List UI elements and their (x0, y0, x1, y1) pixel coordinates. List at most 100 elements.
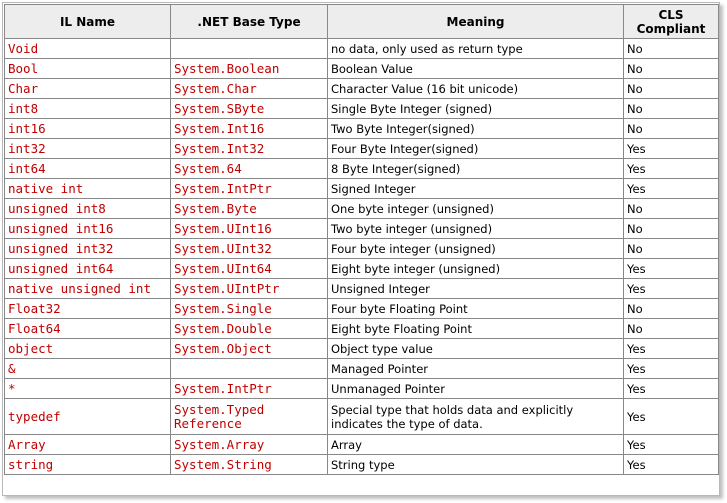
cls-compliant-cell: No (624, 79, 719, 99)
net-type-cell: System.Array (171, 435, 328, 455)
il-name-cell: int16 (5, 119, 171, 139)
il-name-cell: Void (5, 39, 171, 59)
cls-compliant-cell: Yes (624, 179, 719, 199)
meaning-cell: 8 Byte Integer(signed) (328, 159, 624, 179)
meaning-cell: Unmanaged Pointer (328, 379, 624, 399)
meaning-cell: Signed Integer (328, 179, 624, 199)
header-il-name: IL Name (5, 5, 171, 39)
il-name-cell: int32 (5, 139, 171, 159)
table-row: * System.IntPtr Unmanaged Pointer Yes (5, 379, 719, 399)
table-row: native int System.IntPtr Signed Integer Yes (5, 179, 719, 199)
meaning-cell: Managed Pointer (328, 359, 624, 379)
net-type-cell: System.UInt32 (171, 239, 328, 259)
il-name-cell: native unsigned int (5, 279, 171, 299)
table-row: typedef System.Typed Reference Special typ… (5, 399, 719, 435)
cls-compliant-cell: No (624, 239, 719, 259)
il-name-cell: object (5, 339, 171, 359)
net-type-cell (171, 39, 328, 59)
il-name-cell: string (5, 455, 171, 475)
cls-compliant-cell: Yes (624, 435, 719, 455)
table-row: unsigned int64 System.UInt64 Eight byte in… (5, 259, 719, 279)
meaning-cell: String type (328, 455, 624, 475)
net-type-cell: System.Boolean (171, 59, 328, 79)
meaning-cell: Two byte integer (unsigned) (328, 219, 624, 239)
meaning-cell: Two Byte Integer(signed) (328, 119, 624, 139)
net-type-cell: System.Single (171, 299, 328, 319)
meaning-cell: Eight byte integer (unsigned) (328, 259, 624, 279)
table-row: int32 System.Int32 Four Byte Integer(signe… (5, 139, 719, 159)
meaning-cell: Four Byte Integer(signed) (328, 139, 624, 159)
il-types-table: IL Name .NET Base Type Meaning CLS Compl… (4, 4, 719, 475)
cls-compliant-cell: Yes (624, 339, 719, 359)
net-type-cell: System.Object (171, 339, 328, 359)
cls-compliant-cell: No (624, 319, 719, 339)
meaning-cell: Single Byte Integer (signed) (328, 99, 624, 119)
cls-compliant-cell: Yes (624, 259, 719, 279)
cls-compliant-cell: Yes (624, 455, 719, 475)
cls-compliant-cell: Yes (624, 359, 719, 379)
il-name-cell: Float32 (5, 299, 171, 319)
il-name-cell: unsigned int32 (5, 239, 171, 259)
cls-compliant-cell: Yes (624, 159, 719, 179)
net-type-cell (171, 359, 328, 379)
table-row: native unsigned int System.UIntPtr Unsigne… (5, 279, 719, 299)
net-type-cell: System.UInt16 (171, 219, 328, 239)
meaning-cell: no data, only used as return type (328, 39, 624, 59)
net-type-cell: System.Typed Reference (171, 399, 328, 435)
cls-compliant-cell: Yes (624, 139, 719, 159)
header-cls-compliant: CLS Compliant (624, 5, 719, 39)
cls-compliant-cell: No (624, 99, 719, 119)
il-name-cell: Array (5, 435, 171, 455)
cls-compliant-cell: No (624, 299, 719, 319)
net-type-cell: System.64 (171, 159, 328, 179)
table-body: Void no data, only used as return type No B… (5, 39, 719, 475)
meaning-cell: Boolean Value (328, 59, 624, 79)
cls-compliant-cell: No (624, 39, 719, 59)
net-type-cell: System.SByte (171, 99, 328, 119)
cls-compliant-cell: Yes (624, 399, 719, 435)
table-row: Bool System.Boolean Boolean Value No (5, 59, 719, 79)
net-type-cell: System.Int32 (171, 139, 328, 159)
meaning-cell: Character Value (16 bit unicode) (328, 79, 624, 99)
table-row: string System.String String type Yes (5, 455, 719, 475)
cls-compliant-cell: No (624, 199, 719, 219)
net-type-cell: System.UIntPtr (171, 279, 328, 299)
cls-compliant-cell: Yes (624, 379, 719, 399)
il-name-cell: & (5, 359, 171, 379)
table-row: unsigned int8 System.Byte One byte integer… (5, 199, 719, 219)
net-type-cell: System.Char (171, 79, 328, 99)
il-name-cell: Char (5, 79, 171, 99)
net-type-cell: System.Byte (171, 199, 328, 219)
il-name-cell: unsigned int16 (5, 219, 171, 239)
cls-compliant-cell: No (624, 219, 719, 239)
table-row: Char System.Char Character Value (16 bit u… (5, 79, 719, 99)
cls-compliant-cell: No (624, 119, 719, 139)
il-name-cell: Bool (5, 59, 171, 79)
table-row: Float32 System.Single Four byte Floating P… (5, 299, 719, 319)
il-name-cell: unsigned int8 (5, 199, 171, 219)
screenshot-frame: IL Name .NET Base Type Meaning CLS Compl… (2, 2, 720, 496)
table-row: unsigned int16 System.UInt16 Two byte inte… (5, 219, 719, 239)
meaning-cell: One byte integer (unsigned) (328, 199, 624, 219)
table-row: object System.Object Object type value Yes (5, 339, 719, 359)
header-net-base-type: .NET Base Type (171, 5, 328, 39)
table-row: unsigned int32 System.UInt32 Four byte int… (5, 239, 719, 259)
meaning-cell: Array (328, 435, 624, 455)
meaning-cell: Special type that holds data and explici… (328, 399, 624, 435)
meaning-cell: Eight byte Floating Point (328, 319, 624, 339)
il-name-cell: int64 (5, 159, 171, 179)
meaning-cell: Object type value (328, 339, 624, 359)
il-name-cell: Float64 (5, 319, 171, 339)
il-name-cell: * (5, 379, 171, 399)
cls-compliant-cell: No (624, 59, 719, 79)
net-type-cell: System.UInt64 (171, 259, 328, 279)
meaning-cell: Unsigned Integer (328, 279, 624, 299)
table-row: int16 System.Int16 Two Byte Integer(signed… (5, 119, 719, 139)
il-name-cell: unsigned int64 (5, 259, 171, 279)
table-row: Void no data, only used as return type No (5, 39, 719, 59)
net-type-cell: System.Int16 (171, 119, 328, 139)
header-meaning: Meaning (328, 5, 624, 39)
table-row: Float64 System.Double Eight byte Floating … (5, 319, 719, 339)
table-header-row: IL Name .NET Base Type Meaning CLS Compl… (5, 5, 719, 39)
net-type-cell: System.Double (171, 319, 328, 339)
